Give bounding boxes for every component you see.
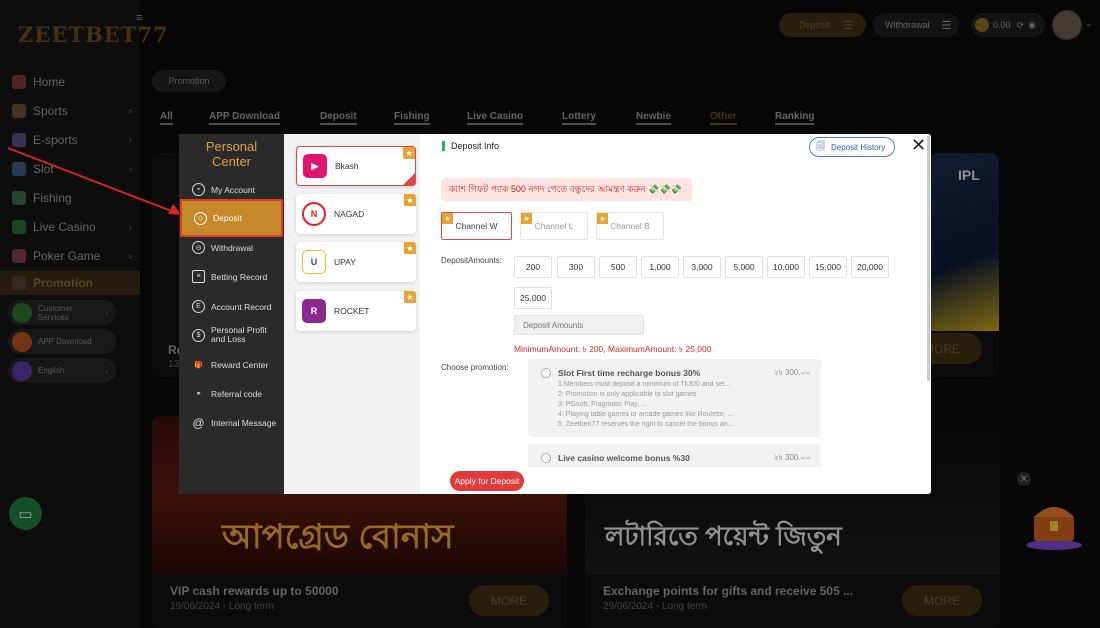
deposit-amounts-label: DepositAmounts: bbox=[441, 256, 502, 265]
nav-betting-record[interactable]: ≡ Betting Record bbox=[180, 262, 283, 291]
nav-label: Betting Record bbox=[211, 271, 268, 282]
apply-for-deposit-button[interactable]: Apply for Deposit bbox=[450, 471, 524, 491]
amount-option[interactable]: 5,000 bbox=[725, 256, 763, 278]
amount-limits: MinimumAmount: ৳ 200, MaximumAmount: ৳ 2… bbox=[514, 343, 711, 357]
radio-button[interactable] bbox=[541, 453, 551, 463]
amount-option[interactable]: 1,000 bbox=[641, 256, 679, 278]
star-icon: ★ bbox=[404, 291, 416, 303]
promotion-title: Live casino welcome bonus %30 bbox=[558, 453, 690, 463]
history-label: Deposit History bbox=[831, 142, 886, 152]
personal-center-nav: Personal Center ▪ My Account ◇ Deposit ⊖… bbox=[179, 134, 284, 494]
withdrawal-icon: ⊖ bbox=[192, 241, 205, 254]
promotion-option[interactable]: Slot First time recharge bonus 30% ২৳ 30… bbox=[528, 359, 821, 437]
history-icon: 🗐 bbox=[816, 141, 825, 151]
amount-option[interactable]: 3,000 bbox=[683, 256, 721, 278]
nav-label: Deposit bbox=[213, 213, 242, 223]
promotion-detail: 3: PGsoft, Fragmatic Play, ... bbox=[558, 401, 647, 408]
star-icon: ★ bbox=[404, 194, 416, 206]
promotion-detail: 4: Playing table games or arcade games l… bbox=[558, 411, 734, 418]
rocket-logo-icon: R bbox=[302, 299, 326, 323]
selected-corner-icon bbox=[403, 173, 415, 185]
star-icon: ★ bbox=[442, 213, 453, 224]
nav-label: Reward Center bbox=[211, 359, 269, 370]
channel-b-button[interactable]: ★ Channel B bbox=[596, 212, 664, 240]
promotion-detail: 2: Promotion is only applicable to slot … bbox=[558, 391, 697, 398]
min-amount-text: MinimumAmount: ৳ 200 bbox=[514, 344, 604, 354]
amount-option[interactable]: 10,000 bbox=[767, 256, 805, 278]
promotion-amount: ২৳ 300.০০ bbox=[773, 368, 811, 377]
reward-icon: 🎁 bbox=[194, 361, 203, 369]
nav-label: Withdrawal bbox=[211, 242, 254, 253]
star-icon: ★ bbox=[403, 147, 415, 159]
star-icon: ★ bbox=[404, 242, 416, 254]
deposit-content: Deposit Info 🗐 Deposit History ✕ ক্যাশ গ… bbox=[420, 134, 931, 494]
nav-profit-loss[interactable]: $ Personal Profit and Loss bbox=[180, 320, 283, 350]
deposit-icon: ◇ bbox=[194, 211, 207, 225]
channel-label: Channel W bbox=[455, 221, 498, 231]
payment-method-upay[interactable]: U UPAY ★ bbox=[296, 242, 416, 282]
deposit-amount-input[interactable] bbox=[514, 315, 644, 335]
amount-option[interactable]: 500 bbox=[599, 256, 637, 278]
account-icon: ▪ bbox=[192, 183, 205, 196]
deposit-history-button[interactable]: 🗐 Deposit History bbox=[809, 137, 895, 157]
nagad-logo-icon: N bbox=[302, 202, 326, 226]
nav-reward-center[interactable]: 🎁 Reward Center bbox=[180, 350, 283, 379]
channel-l-button[interactable]: ★ Channel L bbox=[520, 212, 588, 240]
star-icon: ★ bbox=[521, 213, 532, 224]
amount-option[interactable]: 25,000 bbox=[514, 287, 552, 309]
payment-method-rocket[interactable]: R ROCKET ★ bbox=[296, 291, 416, 331]
message-icon: @ bbox=[192, 415, 205, 430]
max-amount-text: MaximumAmount: ৳ 25,000 bbox=[608, 344, 712, 354]
nav-internal-message[interactable]: @ Internal Message bbox=[180, 408, 283, 437]
close-icon[interactable]: ✕ bbox=[911, 136, 926, 154]
payment-name: UPAY bbox=[334, 257, 356, 267]
promotion-amount: ২৳ 300.০০ bbox=[773, 453, 811, 462]
nav-label: My Account bbox=[211, 184, 255, 195]
payment-method-nagad[interactable]: N NAGAD ★ bbox=[296, 194, 416, 234]
channel-w-button[interactable]: ★ Channel W bbox=[441, 212, 512, 240]
deposit-info-header: Deposit Info bbox=[442, 141, 499, 151]
payment-name: Bkash bbox=[335, 161, 359, 171]
referral-icon: ⚭ bbox=[195, 390, 202, 398]
nav-referral-code[interactable]: ⚭ Referral code bbox=[180, 379, 283, 408]
nav-withdrawal[interactable]: ⊖ Withdrawal bbox=[180, 233, 283, 262]
channel-label: Channel B bbox=[610, 221, 650, 231]
amount-option[interactable]: 300 bbox=[557, 256, 595, 278]
amount-option[interactable]: 15,000 bbox=[809, 256, 847, 278]
modal-title-line2: Center bbox=[211, 154, 252, 169]
personal-center-modal: Personal Center ▪ My Account ◇ Deposit ⊖… bbox=[179, 134, 931, 494]
amount-option[interactable]: 200 bbox=[514, 256, 552, 278]
scrollbar[interactable] bbox=[927, 136, 930, 381]
betting-record-icon: ≡ bbox=[192, 270, 205, 283]
channel-label: Channel L bbox=[534, 221, 574, 231]
promotion-option[interactable]: Live casino welcome bonus %30 ২৳ 300.০০ bbox=[528, 444, 821, 467]
modal-title-line1: Personal bbox=[205, 139, 258, 154]
promotion-detail: 1:Members must deposit a minimum of Tk30… bbox=[558, 381, 731, 388]
payment-method-bkash[interactable]: ▶ Bkash ★ bbox=[296, 146, 416, 186]
amount-option[interactable]: 20,000 bbox=[851, 256, 889, 278]
choose-promotion-label: Choose promotion: bbox=[441, 363, 509, 372]
nav-label: Account Record bbox=[211, 301, 272, 312]
nav-label: Personal Profit and Loss bbox=[211, 325, 267, 344]
payment-name: ROCKET bbox=[334, 306, 370, 316]
payment-name: NAGAD bbox=[334, 209, 365, 219]
modal-title: Personal Center bbox=[179, 139, 284, 169]
nav-deposit[interactable]: ◇ Deposit bbox=[180, 199, 283, 237]
nav-label: Internal Message bbox=[211, 417, 277, 428]
radio-button[interactable] bbox=[541, 368, 551, 378]
nav-account-record[interactable]: E Account Record bbox=[180, 292, 283, 321]
promo-notice: ক্যাশ গিফট প্যাক 500 নগদ পেতে বন্ধুদের আ… bbox=[441, 178, 692, 201]
star-icon: ★ bbox=[597, 213, 608, 224]
nav-label: Referral code bbox=[211, 388, 263, 399]
profit-loss-icon: $ bbox=[192, 328, 205, 342]
upay-logo-icon: U bbox=[302, 250, 326, 274]
promotion-detail: 5: Zeetben77 reserves the right to cance… bbox=[558, 421, 734, 428]
bkash-logo-icon: ▶ bbox=[303, 154, 327, 178]
promotion-scroll-area[interactable]: Choose promotion: Slot First time rechar… bbox=[420, 359, 925, 467]
promotion-title: Slot First time recharge bonus 30% bbox=[558, 368, 701, 378]
account-record-icon: E bbox=[192, 300, 205, 313]
payment-method-list: ▶ Bkash ★ N NAGAD ★ U UPAY ★ R ROCKET ★ bbox=[284, 134, 420, 494]
